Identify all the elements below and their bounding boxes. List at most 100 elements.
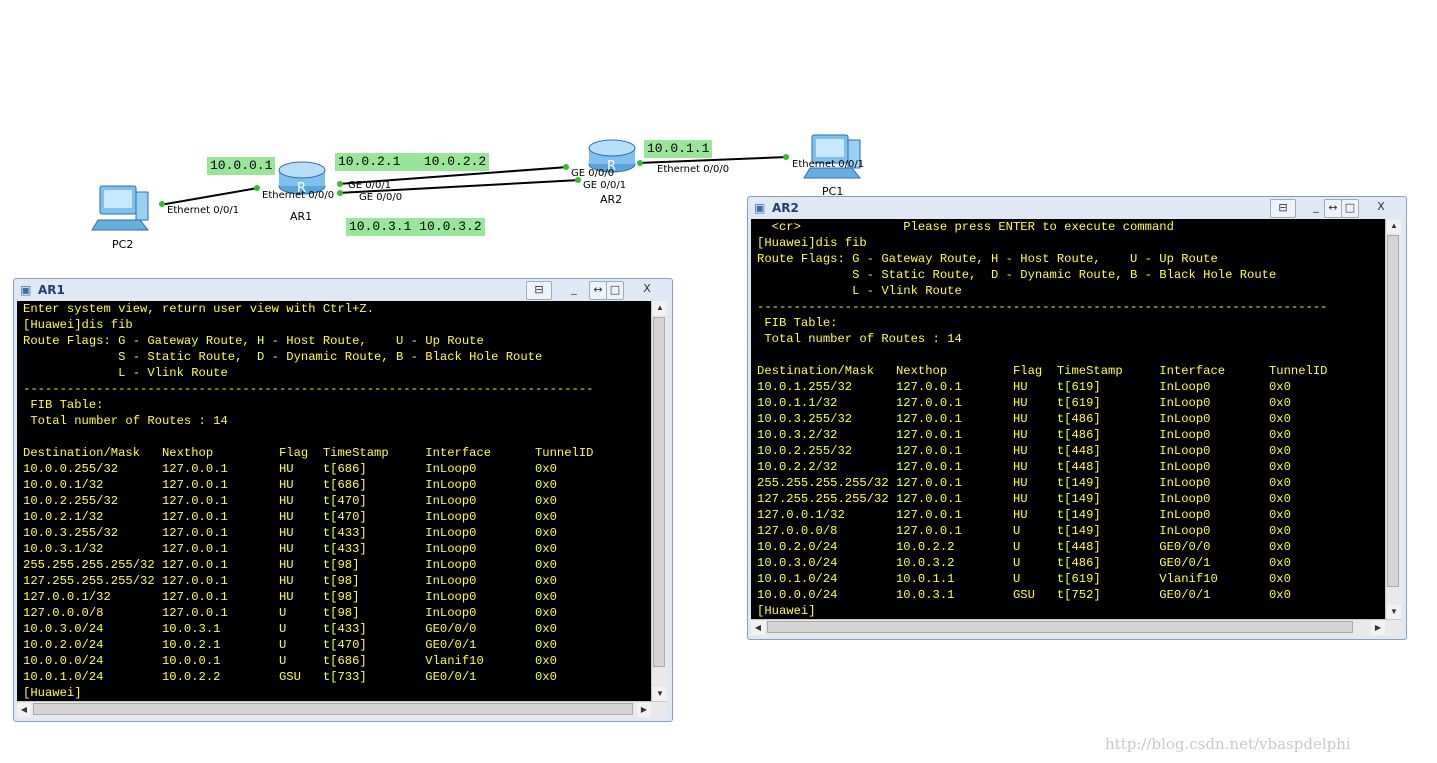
vertical-scrollbar[interactable]: ▲ ▼	[1385, 219, 1402, 619]
minimize-button[interactable]: _	[1306, 199, 1326, 216]
terminal-line: [Huawei]dis fib	[757, 236, 867, 250]
maximize-button[interactable]: □	[606, 281, 624, 300]
terminal-line: 127.255.255.255/32 127.0.0.1 HU t[149] I…	[757, 492, 1291, 506]
terminal-line: 10.0.1.0/24 10.0.2.2 GSU t[733] GE0/0/1 …	[23, 670, 557, 684]
scroll-left-icon[interactable]: ◀	[751, 621, 765, 635]
device-label-ar2: AR2	[600, 193, 623, 206]
terminal-output: <cr> Please press ENTER to execute comma…	[751, 219, 1385, 619]
terminal-line: 10.0.3.0/24 10.0.3.1 U t[433] GE0/0/0 0x…	[23, 622, 557, 636]
terminal-output: Enter system view, return user view with…	[17, 301, 651, 701]
port-label: Ethernet 0/0/1	[167, 205, 240, 216]
restore-button[interactable]: ⊟	[526, 281, 552, 300]
terminal-line: 10.0.2.0/24 10.0.2.2 U t[448] GE0/0/0 0x…	[757, 540, 1291, 554]
horizontal-scrollbar[interactable]: ◀ ▶	[17, 701, 667, 718]
ip-label-link3: 10.0.3.1 10.0.3.2	[346, 218, 485, 236]
terminal-line: [Huawei]	[23, 686, 82, 700]
scroll-up-icon[interactable]: ▲	[653, 301, 667, 315]
terminal-line: 127.0.0.0/8 127.0.0.1 U t[149] InLoop0 0…	[757, 524, 1291, 538]
ip-label-link2: 10.0.2.1 10.0.2.2	[335, 153, 490, 171]
terminal-line: 10.0.2.2/32 127.0.0.1 HU t[448] InLoop0 …	[757, 460, 1291, 474]
terminal-line: 10.0.2.1/32 127.0.0.1 HU t[470] InLoop0 …	[23, 510, 557, 524]
terminal-line: Route Flags: G - Gateway Route, H - Host…	[757, 252, 1218, 266]
ar1-console-window[interactable]: ▣ AR1 ⊟ _ ↔ □ X Enter system view, retur…	[13, 278, 673, 722]
terminal-line: 10.0.3.255/32 127.0.0.1 HU t[486] InLoop…	[757, 412, 1291, 426]
scroll-right-icon[interactable]: ▶	[637, 703, 651, 717]
terminal-line: 10.0.3.2/32 127.0.0.1 HU t[486] InLoop0 …	[757, 428, 1291, 442]
terminal-line: 127.0.0.0/8 127.0.0.1 U t[98] InLoop0 0x…	[23, 606, 557, 620]
port-label: GE 0/0/0	[359, 192, 403, 203]
terminal-line: Total number of Routes : 14	[23, 414, 228, 428]
terminal-line: 255.255.255.255/32 127.0.0.1 HU t[98] In…	[23, 558, 557, 572]
terminal-line: S - Static Route, D - Dynamic Route, B -…	[23, 350, 543, 364]
terminal-line: 10.0.0.1/32 127.0.0.1 HU t[686] InLoop0 …	[23, 478, 557, 492]
scroll-down-icon[interactable]: ▼	[653, 687, 667, 701]
terminal-line: [Huawei]	[757, 604, 816, 618]
scroll-thumb[interactable]	[33, 703, 633, 715]
ar2-console-window[interactable]: ▣ AR2 ⊟ _ ↔ □ X <cr> Please press ENTER …	[747, 196, 1407, 640]
terminal-line: 255.255.255.255/32 127.0.0.1 HU t[149] I…	[757, 476, 1291, 490]
terminal-line: L - Vlink Route	[757, 284, 962, 298]
terminal-line: 10.0.1.0/24 10.0.1.1 U t[619] Vlanif10 0…	[757, 572, 1291, 586]
window-title: AR2	[772, 201, 799, 215]
scroll-left-icon[interactable]: ◀	[17, 703, 31, 717]
pc1-icon[interactable]	[803, 134, 862, 179]
terminal-line: ----------------------------------------…	[23, 382, 594, 396]
port-label: Ethernet 0/0/0	[657, 164, 730, 175]
terminal-line: 10.0.3.255/32 127.0.0.1 HU t[433] InLoop…	[23, 526, 557, 540]
link-pc2-ar1	[159, 187, 259, 206]
terminal-line: Enter system view, return user view with…	[23, 302, 375, 316]
ar1-terminal[interactable]: Enter system view, return user view with…	[17, 301, 651, 701]
minimize-button[interactable]: _	[564, 281, 584, 298]
scroll-down-icon[interactable]: ▼	[1387, 605, 1401, 619]
terminal-line: 10.0.3.1/32 127.0.0.1 HU t[433] InLoop0 …	[23, 542, 557, 556]
scroll-thumb[interactable]	[1387, 235, 1399, 587]
ip-label-pc1: 10.0.1.1	[644, 140, 713, 158]
watermark-text: http://blog.csdn.net/vbaspdelphi	[1105, 735, 1351, 753]
port-label: Ethernet 0/0/0	[262, 190, 335, 201]
port-label: GE 0/0/1	[583, 180, 627, 191]
scroll-thumb[interactable]	[767, 621, 1353, 633]
terminal-line: Destination/Mask Nexthop Flag TimeStamp …	[757, 364, 1328, 378]
close-button[interactable]: X	[636, 281, 658, 298]
restore-button[interactable]: ⊟	[1270, 199, 1296, 218]
terminal-line: 10.0.3.0/24 10.0.3.2 U t[486] GE0/0/1 0x…	[757, 556, 1291, 570]
ar1-title-bar[interactable]: ▣ AR1 ⊟ _ ↔ □ X	[14, 279, 672, 301]
terminal-line: Route Flags: G - Gateway Route, H - Host…	[23, 334, 484, 348]
terminal-line: Total number of Routes : 14	[757, 332, 962, 346]
console-app-icon: ▣	[20, 283, 32, 297]
close-button[interactable]: X	[1370, 199, 1392, 216]
terminal-line: 10.0.2.0/24 10.0.2.1 U t[470] GE0/0/1 0x…	[23, 638, 557, 652]
terminal-line: <cr> Please press ENTER to execute comma…	[757, 220, 1174, 234]
device-label-pc2: PC2	[112, 238, 134, 251]
terminal-line: FIB Table:	[23, 398, 104, 412]
terminal-line: S - Static Route, D - Dynamic Route, B -…	[757, 268, 1277, 282]
terminal-line: 127.255.255.255/32 127.0.0.1 HU t[98] In…	[23, 574, 557, 588]
terminal-line: 10.0.0.0/24 10.0.3.1 GSU t[752] GE0/0/1 …	[757, 588, 1291, 602]
ar2-terminal[interactable]: <cr> Please press ENTER to execute comma…	[751, 219, 1385, 619]
port-label: GE 0/0/0	[571, 168, 615, 179]
resize-arrows-button[interactable]: ↔	[589, 281, 607, 300]
terminal-line: 127.0.0.1/32 127.0.0.1 HU t[98] InLoop0 …	[23, 590, 557, 604]
pc2-icon[interactable]	[91, 185, 150, 231]
scroll-up-icon[interactable]: ▲	[1387, 219, 1401, 233]
port-label: Ethernet 0/0/1	[792, 159, 865, 170]
device-label-ar1: AR1	[290, 210, 313, 223]
terminal-line: 127.0.0.1/32 127.0.0.1 HU t[149] InLoop0…	[757, 508, 1291, 522]
terminal-line: Destination/Mask Nexthop Flag TimeStamp …	[23, 446, 594, 460]
maximize-button[interactable]: □	[1341, 199, 1359, 218]
vertical-scrollbar[interactable]: ▲ ▼	[651, 301, 668, 701]
terminal-line: FIB Table:	[757, 316, 838, 330]
scroll-thumb[interactable]	[653, 317, 665, 667]
terminal-line: 10.0.1.1/32 127.0.0.1 HU t[619] InLoop0 …	[757, 396, 1291, 410]
console-app-icon: ▣	[754, 201, 766, 215]
ar2-title-bar[interactable]: ▣ AR2 ⊟ _ ↔ □ X	[748, 197, 1406, 219]
horizontal-scrollbar[interactable]: ◀ ▶	[751, 619, 1401, 636]
scroll-right-icon[interactable]: ▶	[1371, 621, 1385, 635]
terminal-line: 10.0.0.0/24 10.0.0.1 U t[686] Vlanif10 0…	[23, 654, 557, 668]
terminal-line: 10.0.0.255/32 127.0.0.1 HU t[686] InLoop…	[23, 462, 557, 476]
terminal-line: L - Vlink Route	[23, 366, 228, 380]
resize-arrows-button[interactable]: ↔	[1324, 199, 1342, 218]
window-title: AR1	[38, 283, 65, 297]
